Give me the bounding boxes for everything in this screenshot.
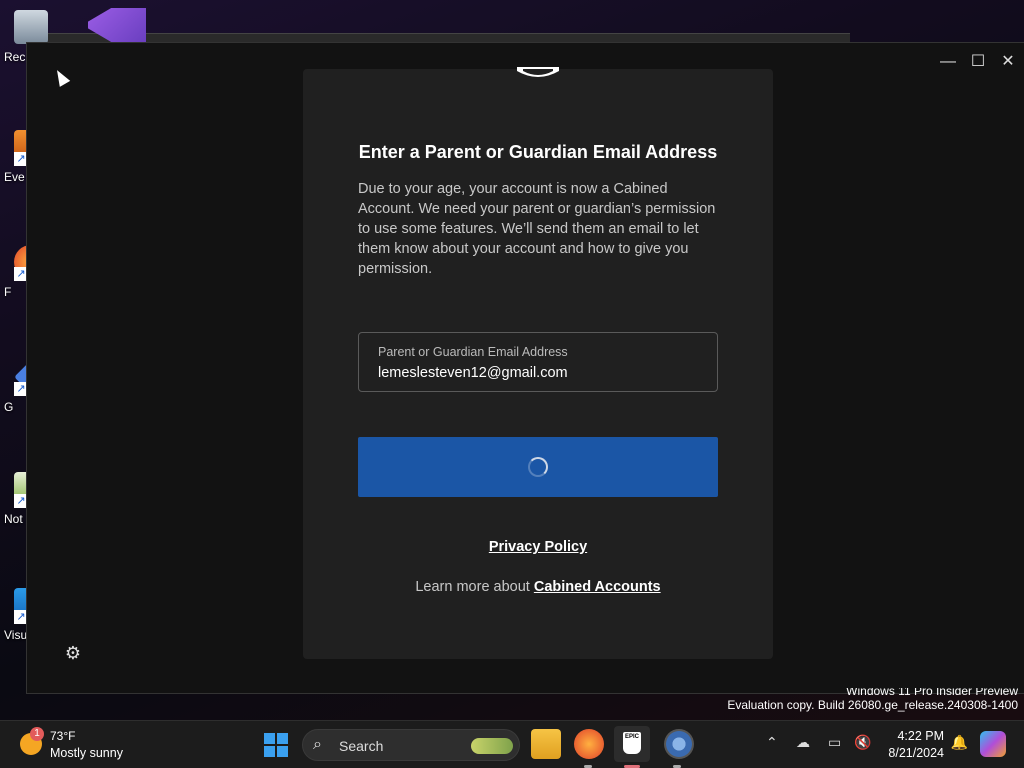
chevron-up-icon[interactable]: ⌃ <box>766 734 778 751</box>
epic-logo-icon: EPIC <box>623 732 641 754</box>
copilot-icon[interactable] <box>980 731 1006 757</box>
search-icon: ⌕ <box>313 736 322 753</box>
epic-shield-icon <box>517 67 559 77</box>
weather-condition: Mostly sunny <box>50 746 123 760</box>
watermark-line2: Evaluation copy. Build 26080.ge_release.… <box>727 698 1018 712</box>
submit-button[interactable] <box>358 437 718 497</box>
email-field-label: Parent or Guardian Email Address <box>378 345 568 359</box>
minimize-button[interactable]: — <box>933 49 963 75</box>
window-controls: — ☐ ✕ <box>933 49 1023 75</box>
epic-games-launcher-icon[interactable]: EPIC <box>614 726 650 762</box>
taskbar-search[interactable]: ⌕ Search <box>302 729 520 761</box>
search-highlight-icon <box>471 738 513 754</box>
maximize-button[interactable]: ☐ <box>963 49 993 75</box>
privacy-policy-row: Privacy Policy <box>303 539 773 555</box>
file-explorer-icon[interactable] <box>531 729 561 759</box>
parent-email-field[interactable]: Parent or Guardian Email Address <box>358 332 718 392</box>
loading-spinner-icon <box>528 457 548 477</box>
dialog-description: Due to your age, your account is now a C… <box>358 181 716 277</box>
recycle-bin-icon <box>14 10 48 44</box>
firefox-icon[interactable] <box>574 729 604 759</box>
learn-more-row: Learn more about Cabined Accounts <box>303 579 773 595</box>
notification-bell-icon[interactable]: 🔔 <box>951 734 968 751</box>
display-icon[interactable]: ▭ <box>828 734 841 751</box>
clock-date: 8/21/2024 <box>888 746 944 760</box>
windows-start-icon[interactable] <box>264 733 288 757</box>
privacy-policy-link[interactable]: Privacy Policy <box>489 539 587 555</box>
taskbar-clock[interactable]: 4:22 PM 8/21/2024 <box>888 728 944 762</box>
gear-icon[interactable]: ⚙ <box>63 643 83 663</box>
cabined-accounts-link[interactable]: Cabined Accounts <box>534 579 661 595</box>
windows-watermark: Windows 11 Pro Insider Preview Evaluatio… <box>727 688 1018 712</box>
volume-muted-icon[interactable]: 🔇 <box>854 734 871 751</box>
weather-temp: 73°F <box>50 729 76 743</box>
dialog-title: Enter a Parent or Guardian Email Address <box>358 142 718 162</box>
search-placeholder: Search <box>339 738 384 754</box>
settings-gear-icon[interactable] <box>664 729 694 759</box>
taskbar: 1 73°F Mostly sunny ⌕ Search EPIC ⌃ ☁ ▭ … <box>0 720 1024 768</box>
parent-email-dialog: Enter a Parent or Guardian Email Address… <box>303 67 773 659</box>
close-button[interactable]: ✕ <box>993 49 1023 75</box>
epic-launcher-window: — ☐ ✕ ⚙ Enter a Parent or Guardian Email… <box>26 42 1024 694</box>
onedrive-offline-icon[interactable]: ☁ <box>796 734 810 751</box>
learn-more-text: Learn more about <box>415 579 534 595</box>
weather-badge: 1 <box>30 727 44 741</box>
email-input[interactable] <box>378 365 698 381</box>
watermark-line1: Windows 11 Pro Insider Preview <box>846 688 1018 698</box>
clock-time: 4:22 PM <box>897 729 944 743</box>
